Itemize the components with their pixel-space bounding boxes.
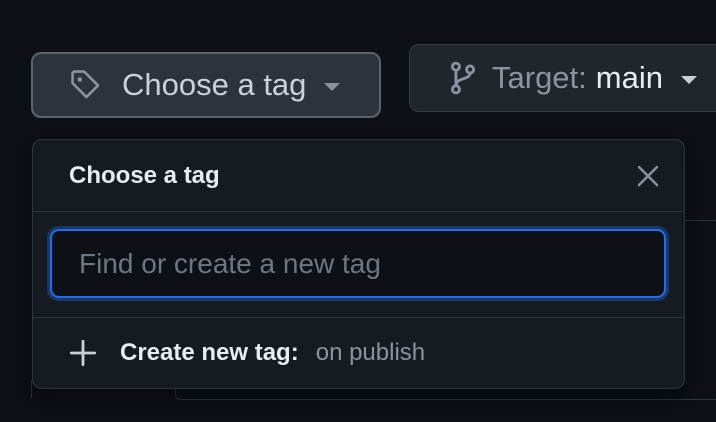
plus-icon xyxy=(69,339,97,367)
dropdown-header: Choose a tag xyxy=(33,140,684,212)
git-branch-icon xyxy=(448,61,478,95)
choose-tag-button[interactable]: Choose a tag xyxy=(31,52,381,118)
tag-icon xyxy=(69,68,103,102)
release-form: Choose a tag Target: main Choose a tag F… xyxy=(0,0,716,422)
target-branch-button[interactable]: Target: main xyxy=(409,44,716,112)
choose-tag-label: Choose a tag xyxy=(122,67,307,102)
search-row xyxy=(33,212,684,318)
target-label: Target: xyxy=(492,60,587,95)
dropdown-title: Choose a tag xyxy=(69,161,220,189)
chevron-down-icon xyxy=(324,83,341,91)
target-branch-value: main xyxy=(595,60,663,95)
tag-dropdown: Choose a tag Create new tag: on publish xyxy=(32,139,685,389)
chevron-down-icon xyxy=(680,76,697,84)
create-tag-label: Create new tag: xyxy=(120,339,299,366)
close-icon[interactable] xyxy=(634,162,662,190)
create-tag-value: on publish xyxy=(315,339,426,366)
tag-search-input[interactable] xyxy=(50,229,666,298)
create-tag-option[interactable]: Create new tag: on publish xyxy=(33,318,684,388)
